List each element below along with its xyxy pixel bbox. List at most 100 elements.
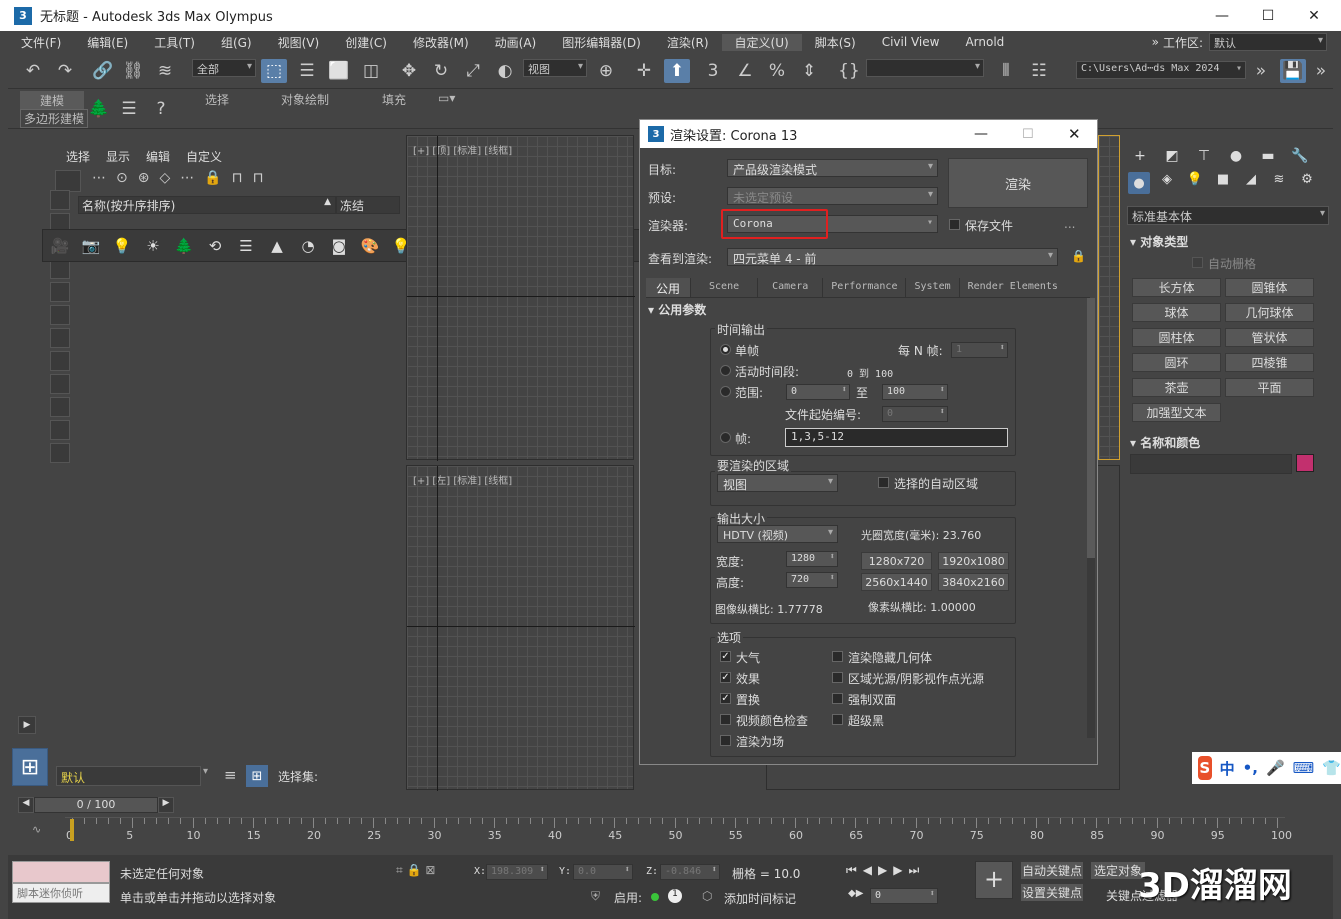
preset-1920x1080-button[interactable]: 1920x1080 bbox=[938, 552, 1009, 570]
redo-icon[interactable]: ↷ bbox=[52, 59, 78, 83]
viewport-left[interactable]: [+] [左] [标准] [线框] bbox=[406, 465, 635, 791]
percent-snap-icon[interactable]: % bbox=[764, 59, 790, 83]
shield-icon[interactable]: ⛨ bbox=[591, 889, 600, 904]
ribbon-tab-modeling[interactable]: 建模 bbox=[20, 91, 85, 110]
range-to-spinner[interactable]: 100 bbox=[882, 384, 948, 400]
reference-coord-dropdown[interactable]: 视图 bbox=[523, 59, 587, 77]
mirror-icon[interactable]: ⫴ bbox=[993, 59, 1019, 83]
ribbon-tab-object-paint[interactable]: 对象绘制 bbox=[281, 91, 329, 108]
area-dropdown[interactable]: 视图 bbox=[717, 474, 838, 492]
scene-toolbar-icons[interactable]: ⋯⊙⊛◇⋯🔒⊓⊓ bbox=[92, 170, 332, 192]
help-icon[interactable]: ? bbox=[148, 97, 174, 121]
scene-menu-customize[interactable]: 自定义 bbox=[186, 148, 222, 165]
prev-frame-icon[interactable]: ◀ bbox=[18, 797, 34, 813]
camera-filter-icon[interactable] bbox=[50, 259, 70, 279]
time-tag-icon[interactable]: ⬡ bbox=[702, 889, 712, 903]
menu-modifiers[interactable]: 修改器(M) bbox=[400, 34, 482, 51]
hierarchy-icon[interactable]: ⊞ bbox=[246, 765, 268, 787]
scene-filter-swatch[interactable] bbox=[55, 170, 81, 192]
list-icon[interactable]: ☰ bbox=[116, 97, 142, 121]
dialog-scrollbar[interactable] bbox=[1087, 298, 1095, 738]
x-coord[interactable]: 198.309 bbox=[486, 864, 548, 880]
snap-3d-icon[interactable]: 3 bbox=[700, 59, 726, 83]
textplus-button[interactable]: 加强型文本 bbox=[1132, 403, 1221, 422]
list-doc-icon[interactable]: ☰ bbox=[235, 235, 257, 257]
single-frame-radio[interactable] bbox=[720, 344, 731, 355]
shapes-icon[interactable]: ◈ bbox=[1156, 172, 1178, 194]
camera-add-icon[interactable]: 📷 bbox=[80, 235, 102, 257]
systems-icon[interactable]: ⚙ bbox=[1296, 172, 1318, 194]
link-icon[interactable]: 🔗 bbox=[90, 59, 116, 83]
dialog-minimize-button[interactable]: — bbox=[974, 126, 988, 142]
rect-selection-icon[interactable]: ⬜ bbox=[326, 59, 352, 83]
scene-menu-display[interactable]: 显示 bbox=[106, 148, 130, 165]
info-icon[interactable]: 1 bbox=[668, 889, 682, 903]
hidden-filter-icon[interactable] bbox=[50, 443, 70, 463]
motion-tab-icon[interactable]: ● bbox=[1224, 146, 1248, 166]
timeline-ruler[interactable]: 0510152025303540455055606570758085909510… bbox=[65, 817, 1292, 847]
output-format-dropdown[interactable]: HDTV (视频) bbox=[717, 525, 838, 543]
menu-edit[interactable]: 编辑(E) bbox=[74, 34, 141, 51]
material-icon[interactable]: ◙ bbox=[328, 235, 350, 257]
edit-named-sel-icon[interactable]: {} bbox=[836, 59, 862, 83]
ime-toolbar[interactable]: S 中 •, 🎤 ⌨ 👕 bbox=[1192, 752, 1341, 784]
geosphere-button[interactable]: 几何球体 bbox=[1225, 303, 1314, 322]
layer-field[interactable]: 默认 bbox=[56, 766, 201, 786]
frames-radio[interactable] bbox=[720, 432, 731, 443]
cylinder-button[interactable]: 圆柱体 bbox=[1132, 328, 1221, 347]
tube-button[interactable]: 管状体 bbox=[1225, 328, 1314, 347]
close-button[interactable]: ✕ bbox=[1291, 0, 1337, 31]
pyramid-button[interactable]: 四棱锥 bbox=[1225, 353, 1314, 372]
current-frame-field[interactable]: 0 bbox=[870, 888, 938, 904]
tab-performance[interactable]: Performance bbox=[823, 278, 907, 297]
width-spinner[interactable]: 1280 bbox=[786, 551, 838, 567]
select-manipulate-icon[interactable]: ✛ bbox=[631, 59, 657, 83]
save-icon[interactable]: 💾 bbox=[1280, 59, 1306, 83]
viewport-front-edge[interactable] bbox=[1098, 135, 1120, 460]
proxy-icon[interactable]: ▲ bbox=[266, 235, 288, 257]
project-path-dropdown[interactable]: C:\Users\Ad⋯ds Max 2024 bbox=[1076, 61, 1246, 79]
menu-expand-icon[interactable]: » bbox=[1139, 35, 1163, 49]
scale-icon[interactable]: ⤢ bbox=[460, 59, 486, 83]
height-spinner[interactable]: 720 bbox=[786, 572, 838, 588]
y-coord[interactable]: 0.0 bbox=[573, 864, 633, 880]
preset-1280x720-button[interactable]: 1280x720 bbox=[861, 552, 932, 570]
preset-3840x2160-button[interactable]: 3840x2160 bbox=[938, 573, 1009, 591]
option-checkbox-5[interactable] bbox=[832, 693, 843, 704]
object-type-header[interactable]: ▾ 对象类型 bbox=[1130, 233, 1188, 250]
cone-button[interactable]: 圆锥体 bbox=[1225, 278, 1314, 297]
category-dropdown[interactable]: 标准基本体 bbox=[1127, 206, 1329, 225]
time-slider[interactable]: 0 / 100 bbox=[34, 797, 158, 813]
ribbon-tab-selection[interactable]: 选择 bbox=[205, 91, 229, 108]
active-segment-radio[interactable] bbox=[720, 365, 731, 376]
toolbar-expand-icon[interactable]: » bbox=[1248, 59, 1274, 83]
file-start-spinner[interactable]: 0 bbox=[882, 406, 948, 422]
hierarchy-tab-icon[interactable]: ⊤ bbox=[1192, 146, 1216, 166]
option-checkbox-2[interactable]: ✓ bbox=[720, 672, 731, 683]
create-tab-icon[interactable]: + bbox=[1128, 146, 1152, 166]
layer-dropdown-icon[interactable]: ▾ bbox=[203, 766, 215, 786]
selection-lock-icon[interactable]: ⌗ 🔒 ⊠ bbox=[396, 863, 435, 878]
modify-tab-icon[interactable]: ◩ bbox=[1160, 146, 1184, 166]
teapot-button[interactable]: 茶壶 bbox=[1132, 378, 1221, 397]
maximize-button[interactable]: ☐ bbox=[1245, 0, 1291, 31]
set-key-button[interactable]: 设置关键点 bbox=[1020, 883, 1084, 902]
column-name-header[interactable]: 名称(按升序排序) ▲ bbox=[78, 196, 336, 214]
selection-filter-dropdown[interactable]: 全部 bbox=[192, 59, 256, 77]
converter-icon[interactable]: ⟲ bbox=[204, 235, 226, 257]
frames-input[interactable]: 1,3,5-12 bbox=[785, 428, 1008, 447]
display-tab-icon[interactable]: ▬ bbox=[1256, 146, 1280, 166]
bone-filter-icon[interactable] bbox=[50, 374, 70, 394]
helper-filter-icon[interactable] bbox=[50, 282, 70, 302]
dialog-close-button[interactable]: ✕ bbox=[1068, 125, 1081, 143]
toolbar-more-icon[interactable]: » bbox=[1308, 59, 1334, 83]
helpers-icon[interactable]: ◢ bbox=[1240, 172, 1262, 194]
utilities-tab-icon[interactable]: 🔧 bbox=[1288, 146, 1312, 166]
lock-view-icon[interactable]: 🔒 bbox=[1071, 249, 1086, 263]
viewport-top-label[interactable]: [+] [顶] [标准] [线框] bbox=[413, 142, 512, 157]
bind-space-warp-icon[interactable]: ≋ bbox=[152, 59, 178, 83]
select-object-icon[interactable]: ⬚ bbox=[261, 59, 287, 83]
box-button[interactable]: 长方体 bbox=[1132, 278, 1221, 297]
tab-common[interactable]: 公用 bbox=[646, 278, 692, 297]
plane-button[interactable]: 平面 bbox=[1225, 378, 1314, 397]
